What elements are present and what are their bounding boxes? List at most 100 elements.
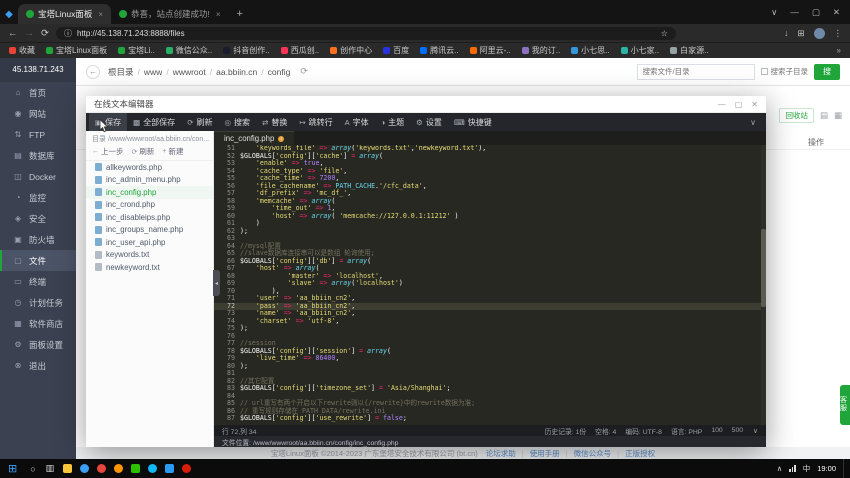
goto-line-button[interactable]: ↦ 跳转行 (293, 113, 338, 131)
footer-link[interactable]: 使用手册 (530, 448, 560, 459)
bookmark-item[interactable]: 宝塔Li.. (118, 45, 155, 56)
bookmark-item[interactable]: 小七家.. (621, 45, 659, 56)
tray-expand-icon[interactable]: ∧ (777, 464, 783, 473)
bookmark-item[interactable]: 西瓜创.. (281, 45, 319, 56)
code-line[interactable]: 76 (214, 333, 766, 341)
refresh-button[interactable]: ⟳ 刷新 (181, 113, 218, 131)
bookmark-item[interactable]: 抖音创作.. (223, 45, 269, 56)
code-line[interactable]: 69 'slave' => array('localhost') (214, 280, 766, 288)
modal-maximize-icon[interactable]: ▢ (735, 100, 743, 109)
editor-tab[interactable]: inc_config.php ! (214, 131, 294, 145)
code-line[interactable]: 83$GLOBALS['config']['timezone_set'] = '… (214, 385, 766, 393)
footer-link[interactable]: 微信公众号 (574, 448, 612, 459)
server-ip[interactable]: 45.138.71.243 (0, 58, 76, 82)
tree-file-item[interactable]: newkeyword.txt (86, 261, 213, 274)
tree-file-item[interactable]: keywords.txt (86, 249, 213, 262)
forward-icon[interactable]: → (25, 28, 35, 39)
status-item[interactable]: 历史记录: 1份 (545, 426, 587, 436)
code-line[interactable]: 75); (214, 325, 766, 333)
start-button-icon[interactable]: ⊞ (0, 462, 25, 475)
sidebar-item-site[interactable]: ◉ 网站 (0, 103, 76, 124)
profile-avatar[interactable] (814, 28, 825, 39)
search-button[interactable]: ◎ 搜索 (218, 113, 256, 131)
theme-button[interactable]: ◑ 主题 (375, 113, 411, 131)
code-line[interactable]: 74 'charset' => 'utf-8', (214, 318, 766, 326)
bookmark-item[interactable]: 微信公众.. (166, 45, 212, 56)
sidebar-item-security[interactable]: ◈ 安全 (0, 208, 76, 229)
clock[interactable]: 19:00 (817, 464, 836, 473)
new-tab-button[interactable]: + (229, 8, 251, 20)
tab-close-icon[interactable]: × (216, 10, 221, 19)
sidebar-item-cron[interactable]: ◷ 计划任务 (0, 292, 76, 313)
replace-button[interactable]: ⇄ 替换 (256, 113, 293, 131)
code-line[interactable]: 63 (214, 235, 766, 243)
code-line[interactable]: 87$GLOBALS['config']['use_rewrite'] = fa… (214, 415, 766, 423)
browser-tab[interactable]: 恭喜，站点创建成功! × (111, 4, 229, 24)
url-text[interactable]: http://45.138.71.243:8888/files (77, 29, 656, 38)
sidebar-item-docker[interactable]: ◫ Docker (0, 166, 76, 187)
bookmark-item[interactable]: 创作中心 (330, 45, 372, 56)
bookmark-item[interactable]: 百度 (383, 45, 409, 56)
dir-back-icon[interactable]: ← (86, 65, 100, 79)
tree-file-item[interactable]: inc_config.php (86, 186, 213, 199)
tree-collapse-handle[interactable]: ◂ (213, 270, 220, 296)
sidebar-item-appstore[interactable]: ▦ 软件商店 (0, 313, 76, 334)
breadcrumb-item[interactable]: 根目录 (108, 66, 134, 78)
sidebar-item-monitor[interactable]: ◔ 监控 (0, 187, 76, 208)
tree-file-item[interactable]: inc_admin_menu.php (86, 174, 213, 187)
reload-icon[interactable]: ⟳ (41, 28, 49, 39)
tree-file-item[interactable]: inc_user_api.php (86, 236, 213, 249)
task-view-icon[interactable]: ▥ (41, 463, 60, 474)
sidebar-item-files[interactable]: ▢ 文件 (0, 250, 76, 271)
tree-file-item[interactable]: inc_disableips.php (86, 211, 213, 224)
recycle-bin-button[interactable]: 回收站 (779, 108, 814, 123)
editor-settings-button[interactable]: ⚙ 设置 (410, 113, 448, 131)
subdir-checkbox[interactable] (761, 68, 768, 75)
hotkeys-button[interactable]: ⌨ 快捷键 (448, 113, 498, 131)
sidebar-item-home[interactable]: ⌂ 首页 (0, 82, 76, 103)
status-item[interactable]: 500 (732, 427, 743, 434)
scrollbar-thumb[interactable] (761, 229, 766, 307)
wechat-icon[interactable] (127, 460, 144, 477)
ime-indicator[interactable]: 中 (803, 463, 811, 474)
modal-title-bar[interactable]: 在线文本编辑器 — ▢ ✕ (86, 96, 766, 113)
code-line[interactable]: 79 'live_time' => 86400, (214, 355, 766, 363)
bookmark-item[interactable]: 腾讯云.. (420, 45, 458, 56)
bookmark-item[interactable]: 白家源.. (670, 45, 708, 56)
status-item[interactable]: 空格: 4 (595, 426, 616, 436)
window-maximize-icon[interactable]: ▢ (812, 7, 820, 18)
search-input[interactable] (637, 64, 755, 80)
status-item[interactable]: 编码: UTF-8 (625, 426, 662, 436)
bookmark-item[interactable]: 阿里云-.. (470, 45, 511, 56)
sidebar-item-firewall[interactable]: ▣ 防火墙 (0, 229, 76, 250)
editor-scrollbar[interactable] (761, 145, 766, 425)
tab-search-icon[interactable]: ∨ (771, 7, 777, 18)
breadcrumb-item[interactable]: aa.bbiin.cn (216, 67, 257, 77)
tree-file-item[interactable]: inc_crond.php (86, 199, 213, 212)
sidebar-item-logout[interactable]: ⊗ 退出 (0, 355, 76, 376)
tree-file-item[interactable]: inc_groups_name.php (86, 224, 213, 237)
download-icon[interactable]: ↓ (784, 28, 788, 38)
tree-refresh-button[interactable]: ⟳ 刷新 (132, 146, 155, 157)
qq-icon[interactable] (144, 460, 161, 477)
support-tab[interactable]: 客服 (840, 385, 850, 425)
firefox-browser-icon[interactable] (110, 460, 127, 477)
breadcrumb-item[interactable]: wwwroot (173, 67, 206, 77)
list-view-icon[interactable]: ▤ (820, 110, 828, 121)
edge-browser-icon[interactable] (76, 460, 93, 477)
bookmark-item[interactable]: 收藏 (9, 45, 35, 56)
bookmarks-overflow-icon[interactable]: » (837, 46, 841, 55)
breadcrumb-item[interactable]: config (268, 67, 291, 77)
breadcrumb-item[interactable]: www (144, 67, 162, 77)
sidebar-item-ftp[interactable]: ⇅ FTP (0, 124, 76, 145)
search-button[interactable]: 搜 (814, 64, 840, 80)
window-minimize-icon[interactable]: — (790, 7, 799, 17)
modal-close-icon[interactable]: ✕ (751, 100, 758, 109)
code-editor[interactable]: 51 'keywords_file' => array('keywords.tx… (214, 145, 766, 425)
tree-file-item[interactable]: allkeywords.php (86, 161, 213, 174)
toolbar-collapse-icon[interactable]: ∨ (743, 118, 763, 127)
file-explorer-icon[interactable] (59, 460, 76, 477)
modal-minimize-icon[interactable]: — (718, 100, 726, 109)
search-subdir-option[interactable]: 搜索子目录 (761, 66, 809, 77)
grid-view-icon[interactable]: ▦ (834, 110, 842, 121)
